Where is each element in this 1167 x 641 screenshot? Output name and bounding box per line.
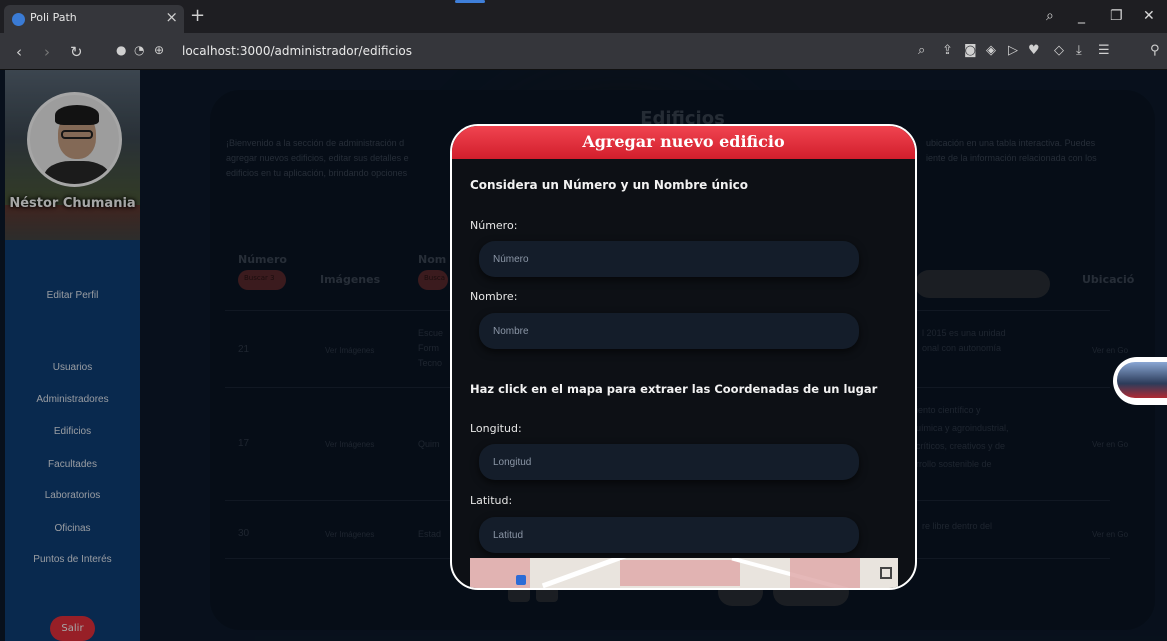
- search-icon[interactable]: ⌕: [918, 43, 925, 58]
- browser-tab[interactable]: Poli Path ×: [4, 5, 184, 33]
- back-icon[interactable]: ‹: [16, 43, 22, 61]
- name-input[interactable]: [479, 313, 859, 349]
- close-tab-icon[interactable]: ×: [165, 8, 178, 26]
- map-area: [620, 560, 740, 586]
- close-window-icon[interactable]: ✕: [1143, 8, 1155, 24]
- page: Néstor Chumania Editar Perfil Usuarios A…: [0, 70, 1167, 641]
- search-tabs-icon[interactable]: ⌕: [1046, 8, 1054, 24]
- favicon-icon: [12, 13, 25, 26]
- modal-header: Agregar nuevo edificio: [452, 126, 915, 159]
- unique-hint: Considera un Número y un Nombre único: [470, 178, 749, 192]
- number-input[interactable]: [479, 241, 859, 277]
- heart-icon[interactable]: ♥: [1028, 43, 1040, 58]
- restore-icon[interactable]: ❐: [1110, 8, 1123, 24]
- share-icon[interactable]: ⇪: [942, 43, 953, 58]
- longitude-input[interactable]: [479, 444, 859, 480]
- add-building-modal: Agregar nuevo edificio Considera un Núme…: [450, 124, 917, 590]
- shield-icon[interactable]: ◈: [986, 43, 996, 58]
- latitude-input[interactable]: [479, 517, 859, 553]
- floating-image: [1117, 362, 1167, 398]
- location-map[interactable]: [470, 558, 898, 588]
- send-icon[interactable]: ▷: [1008, 43, 1018, 58]
- reload-icon[interactable]: ↻: [70, 43, 83, 61]
- map-road: [541, 558, 629, 588]
- floating-image-button[interactable]: [1113, 357, 1167, 405]
- minimize-icon[interactable]: _: [1078, 8, 1085, 24]
- browser-tab-bar: Poli Path × + ⌕ _ ❐ ✕: [0, 0, 1167, 33]
- url-input[interactable]: localhost:3000/administrador/edificios: [182, 44, 412, 58]
- modal-title: Agregar nuevo edificio: [582, 132, 785, 151]
- download-icon[interactable]: ⤓: [1076, 43, 1082, 58]
- forward-icon[interactable]: ›: [44, 43, 50, 61]
- name-label: Nombre:: [470, 290, 518, 303]
- fullscreen-icon[interactable]: [880, 567, 892, 579]
- number-label: Número:: [470, 219, 518, 232]
- longitude-label: Longitud:: [470, 422, 522, 435]
- location-icon[interactable]: ●: [116, 43, 126, 57]
- tab-title: Poli Path: [30, 11, 77, 24]
- coordinates-hint: Haz click en el mapa para extraer las Co…: [470, 382, 878, 396]
- cube-icon[interactable]: ◇: [1054, 43, 1064, 58]
- map-area: [790, 558, 860, 588]
- map-marker-icon: [516, 575, 526, 585]
- site-info-icon[interactable]: ◔: [134, 43, 144, 57]
- menu-icon[interactable]: ☰: [1098, 43, 1110, 58]
- screenshot-icon[interactable]: ◙: [964, 43, 977, 58]
- latitude-label: Latitud:: [470, 494, 513, 507]
- profile-icon[interactable]: ⚲: [1150, 43, 1160, 58]
- tab-accent: [455, 0, 485, 3]
- globe-icon[interactable]: ⊕: [154, 43, 164, 57]
- new-tab-button[interactable]: +: [190, 5, 205, 26]
- address-bar: ‹ › ↻ ● ◔ ⊕ localhost:3000/administrador…: [0, 33, 1167, 70]
